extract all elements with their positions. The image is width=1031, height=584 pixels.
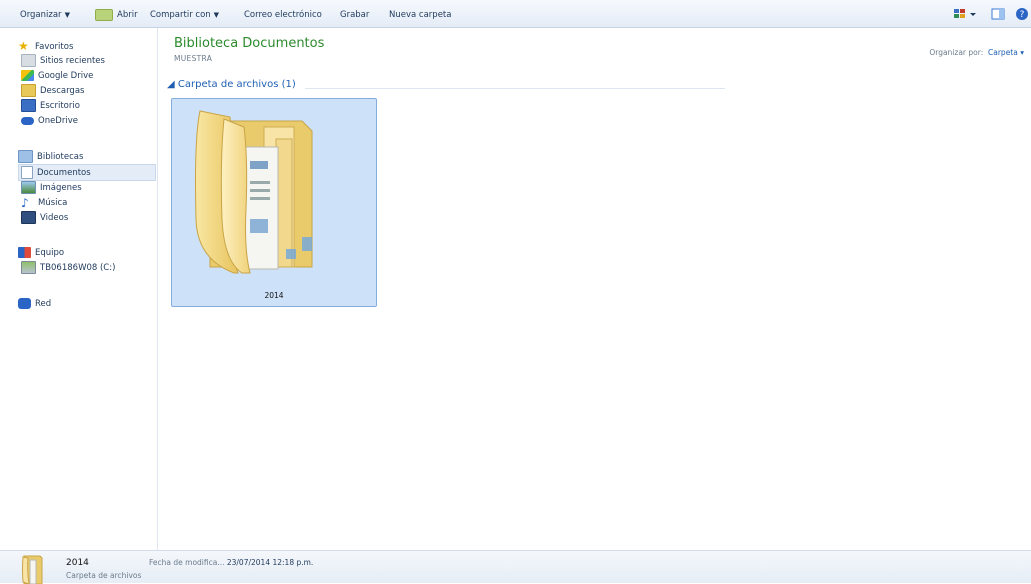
nav-item-videos[interactable]: Videos xyxy=(21,211,68,225)
star-icon: ★ xyxy=(18,39,29,53)
nav-item-label: Música xyxy=(38,198,68,208)
folder-thumbnail-icon xyxy=(22,555,43,584)
nav-item-music[interactable]: ♪ Música xyxy=(21,196,67,210)
selected-item-name: 2014 xyxy=(66,558,89,568)
nav-item-drive-c[interactable]: TB06186W08 (C:) xyxy=(21,261,115,275)
navigation-pane: ★ Favoritos Sitios recientes Google Drive… xyxy=(0,28,158,550)
collapse-arrow-icon: ◢ xyxy=(167,79,175,90)
nav-item-images[interactable]: Imágenes xyxy=(21,181,82,195)
arrange-by-value: Carpeta xyxy=(988,48,1018,57)
folder-name-label: 2014 xyxy=(264,291,284,300)
nav-item-label: Equipo xyxy=(35,248,65,258)
nav-item-label: Red xyxy=(35,299,52,309)
nav-item-label: Sitios recientes xyxy=(40,56,105,66)
nav-item-label: Escritorio xyxy=(40,101,80,111)
nav-item-network[interactable]: Red xyxy=(18,297,51,311)
selected-item-type: Carpeta de archivos xyxy=(66,571,142,580)
help-button[interactable]: ? xyxy=(1014,6,1030,22)
organize-button[interactable]: Organizar ▼ xyxy=(20,8,70,22)
help-icon: ? xyxy=(1016,8,1028,20)
content-pane: Biblioteca Documentos MUESTRA Organizar … xyxy=(159,28,1031,550)
open-label: Abrir xyxy=(117,10,138,20)
group-header[interactable]: ◢ Carpeta de archivos (1) xyxy=(167,79,296,90)
library-subtitle: MUESTRA xyxy=(174,54,213,63)
google-drive-icon xyxy=(21,70,34,81)
arrange-by-label: Organizar por: xyxy=(929,48,984,57)
nav-item-downloads[interactable]: Descargas xyxy=(21,84,84,98)
modified-date: Fecha de modifica... 23/07/2014 12:18 p.… xyxy=(149,558,313,567)
nav-item-label: Favoritos xyxy=(35,42,74,52)
computer-icon xyxy=(18,247,31,258)
details-pane: 2014 Carpeta de archivos Fecha de modifi… xyxy=(0,550,1031,584)
email-button[interactable]: Correo electrónico xyxy=(244,8,322,22)
chevron-down-icon: ▼ xyxy=(64,11,70,19)
recent-places-icon xyxy=(21,54,36,67)
organize-label: Organizar xyxy=(20,10,62,20)
folder-icon xyxy=(195,110,313,274)
view-grid-icon xyxy=(954,9,976,18)
music-note-icon: ♪ xyxy=(21,196,29,210)
videos-icon xyxy=(21,211,36,224)
preview-pane-icon xyxy=(991,8,1005,20)
modified-date-value: 23/07/2014 12:18 p.m. xyxy=(226,558,314,567)
network-icon xyxy=(18,298,31,309)
documents-icon xyxy=(21,166,33,179)
burn-button[interactable]: Grabar xyxy=(340,8,369,22)
nav-item-label: Videos xyxy=(40,213,69,223)
svg-text:?: ? xyxy=(1020,10,1025,20)
arrange-by-dropdown[interactable]: Carpeta ▾ xyxy=(988,48,1024,57)
folder-tile-2014[interactable]: 2014 xyxy=(171,98,377,307)
nav-item-label: OneDrive xyxy=(38,116,78,126)
nav-item-label: TB06186W08 (C:) xyxy=(40,263,116,273)
onedrive-cloud-icon xyxy=(21,116,34,125)
downloads-folder-icon xyxy=(21,84,36,97)
nav-item-documents[interactable]: Documentos xyxy=(21,166,91,180)
nav-item-computer[interactable]: Equipo xyxy=(18,246,64,260)
nav-item-onedrive[interactable]: OneDrive xyxy=(21,114,78,128)
libraries-icon xyxy=(18,150,33,163)
nav-item-label: Bibliotecas xyxy=(37,152,84,162)
share-label: Compartir con xyxy=(150,10,211,20)
command-bar: Organizar ▼ Abrir Compartir con ▼ Correo e… xyxy=(0,0,1031,28)
library-title: Biblioteca Documentos xyxy=(174,36,325,51)
chevron-down-icon: ▾ xyxy=(1020,48,1024,57)
images-icon xyxy=(21,181,36,194)
open-icon xyxy=(95,8,113,21)
nav-item-favorites[interactable]: ★ Favoritos xyxy=(18,40,73,54)
nav-item-desktop[interactable]: Escritorio xyxy=(21,99,80,113)
nav-item-label: Imágenes xyxy=(40,183,82,193)
chevron-down-icon: ▼ xyxy=(213,11,220,19)
share-button[interactable]: Compartir con ▼ xyxy=(150,8,219,22)
desktop-icon xyxy=(21,99,36,112)
nav-item-gdrive[interactable]: Google Drive xyxy=(21,69,93,83)
nav-item-label: Documentos xyxy=(37,168,91,178)
new-folder-button[interactable]: Nueva carpeta xyxy=(389,8,451,22)
hard-drive-icon xyxy=(21,261,36,274)
group-divider xyxy=(305,88,725,89)
modified-date-label: Fecha de modifica... xyxy=(149,558,225,567)
nav-item-recent[interactable]: Sitios recientes xyxy=(21,54,105,68)
nav-item-label: Descargas xyxy=(40,86,85,96)
arrange-by: Organizar por: Carpeta ▾ xyxy=(929,48,1024,57)
group-header-label: Carpeta de archivos (1) xyxy=(177,79,296,90)
preview-pane-button[interactable] xyxy=(990,6,1006,22)
open-button[interactable]: Abrir xyxy=(95,8,138,22)
change-view-button[interactable] xyxy=(952,6,978,22)
nav-item-label: Google Drive xyxy=(38,71,94,81)
nav-item-libraries[interactable]: Bibliotecas xyxy=(18,150,83,164)
